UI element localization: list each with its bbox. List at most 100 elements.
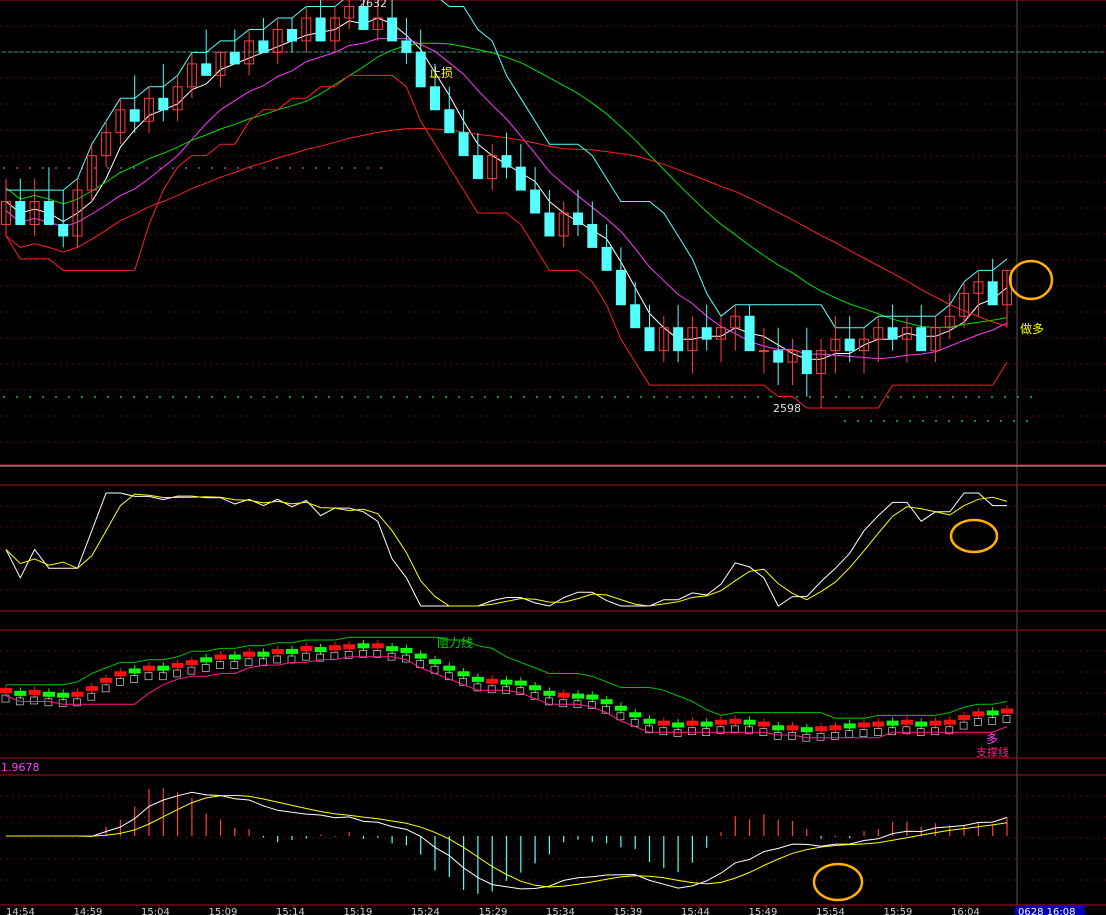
- channel-hollow-box: [301, 652, 310, 661]
- time-tick-label: 15:24: [411, 907, 440, 915]
- channel-box: [686, 720, 699, 726]
- channel-hollow-box: [330, 651, 339, 660]
- level-dot: [679, 396, 681, 398]
- candle-body: [129, 109, 140, 122]
- candle-body: [673, 327, 684, 352]
- channel-box: [972, 711, 985, 717]
- channel-box: [572, 693, 584, 699]
- stock-chart[interactable]: 14:54 14:59 15:04 15:09 15:14 15:19 15:24 15:29…: [0, 0, 1106, 915]
- level-dot: [948, 420, 950, 422]
- candle-body: [501, 155, 512, 168]
- level-dot: [692, 396, 694, 398]
- channel-box: [786, 725, 799, 731]
- channel-box: [543, 690, 556, 696]
- candle-body: [630, 304, 641, 329]
- level-dot: [146, 167, 148, 169]
- level-dot: [601, 396, 603, 398]
- level-dot: [16, 396, 18, 398]
- channel-box: [400, 648, 413, 654]
- candle-body: [744, 315, 755, 352]
- level-dot: [844, 420, 846, 422]
- channel-hollow-box: [187, 666, 196, 675]
- level-dot: [887, 396, 889, 398]
- channel-box: [143, 665, 155, 671]
- candle-body: [916, 327, 927, 352]
- level-dot: [55, 396, 57, 398]
- channel-hollow-box: [158, 672, 167, 681]
- level-dot: [42, 396, 44, 398]
- level-dot: [367, 167, 369, 169]
- level-dot: [445, 396, 447, 398]
- level-dot: [133, 396, 135, 398]
- time-tick-label: 15:54: [816, 907, 845, 915]
- channel-hollow-box: [688, 727, 696, 736]
- channel-box: [757, 721, 770, 727]
- candle-body: [530, 189, 541, 214]
- level-dot: [922, 420, 924, 422]
- channel-hollow-box: [845, 730, 854, 738]
- channel-box: [986, 710, 999, 716]
- level-dot: [896, 420, 898, 422]
- go-long-label: 做多: [1020, 321, 1044, 336]
- level-dot: [965, 396, 967, 398]
- level-dot: [328, 396, 330, 398]
- macd-indicator-panel[interactable]: [6, 788, 1008, 902]
- level-dot: [835, 396, 837, 398]
- level-dot: [497, 396, 499, 398]
- candle-body: [430, 86, 440, 111]
- channel-box: [0, 688, 12, 694]
- candle-body: [758, 350, 769, 353]
- support-line: [5, 656, 1008, 739]
- level-dot: [900, 396, 902, 398]
- level-dot: [471, 396, 473, 398]
- channel-box: [414, 653, 427, 659]
- channel-indicator-panel[interactable]: [0, 636, 1013, 742]
- channel-hollow-box: [487, 685, 496, 694]
- level-dot: [172, 396, 174, 398]
- kdj-indicator-panel[interactable]: [5, 492, 1008, 607]
- channel-box: [157, 665, 170, 671]
- candle-body: [644, 327, 655, 352]
- channel-box: [429, 659, 441, 665]
- level-dot: [237, 167, 239, 169]
- channel-hollow-box: [716, 726, 725, 735]
- level-dot: [961, 420, 963, 422]
- level-dot: [237, 396, 239, 398]
- channel-hollow-box: [816, 732, 825, 741]
- candle-body: [544, 212, 555, 237]
- level-dot: [198, 396, 200, 398]
- time-tick-label: 15:39: [614, 907, 643, 915]
- level-dot: [1004, 396, 1006, 398]
- channel-box: [1001, 708, 1013, 714]
- channel-box: [286, 648, 298, 654]
- level-dot: [974, 420, 976, 422]
- level-dot: [16, 167, 18, 169]
- level-dot: [354, 396, 356, 398]
- channel-box: [457, 671, 470, 677]
- channel-box: [700, 721, 713, 727]
- level-dot: [666, 396, 668, 398]
- level-dot: [848, 396, 850, 398]
- time-tick-label: 15:14: [276, 907, 305, 915]
- channel-box: [443, 665, 456, 671]
- candle-body: [258, 40, 269, 53]
- level-dot: [523, 396, 525, 398]
- channel-box: [300, 646, 313, 652]
- level-dot: [588, 396, 590, 398]
- channel-box: [800, 727, 813, 733]
- level-dot: [211, 396, 213, 398]
- level-dot: [120, 167, 122, 169]
- candle-body: [601, 246, 612, 271]
- level-dot: [857, 420, 859, 422]
- channel-box: [343, 644, 356, 650]
- channel-hollow-box: [130, 675, 139, 683]
- main-price-panel[interactable]: [1, 0, 1054, 422]
- current-time-label: 0628 16:08: [1018, 907, 1075, 915]
- level-dot: [1000, 420, 1002, 422]
- channel-box: [471, 676, 484, 682]
- channel-box: [185, 660, 198, 666]
- candle-body: [458, 132, 469, 157]
- level-dot: [68, 167, 70, 169]
- candle-body: [201, 63, 212, 76]
- channel-box: [214, 654, 227, 660]
